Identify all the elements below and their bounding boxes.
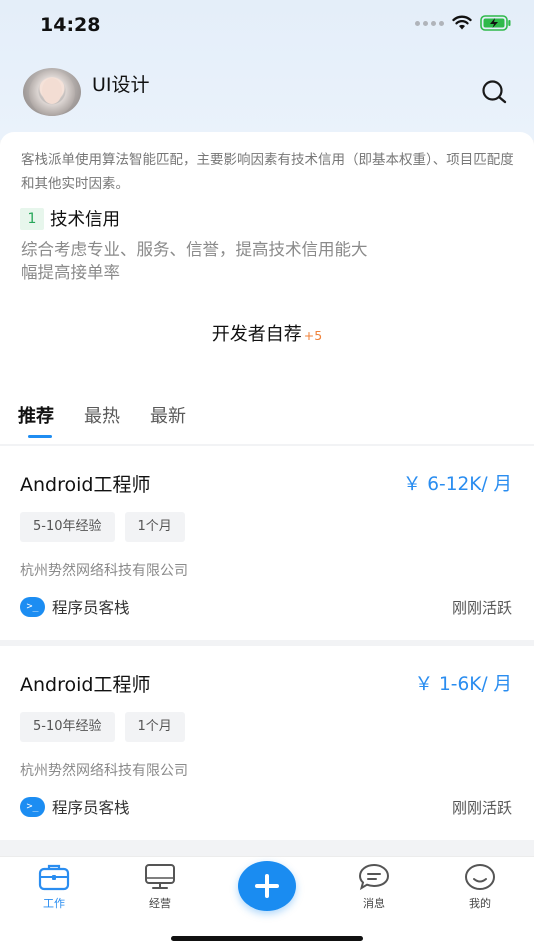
briefcase-icon: [38, 864, 70, 891]
self-recommend-title: 开发者自荐: [211, 324, 302, 345]
chat-bubble-icon: [358, 863, 390, 891]
criteria-title: 技术信用: [50, 210, 120, 230]
criteria-item: 1 技术信用: [20, 206, 120, 231]
terminal-icon: >_: [20, 597, 45, 617]
platform: >_ 程序员客栈: [20, 596, 130, 618]
experience-tag: 5-10年经验: [20, 712, 115, 742]
nav-label: 经营: [149, 897, 171, 910]
battery-charging-icon: [480, 15, 511, 31]
header: UI设计: [0, 52, 534, 132]
platform-name: 程序员客栈: [52, 799, 130, 817]
active-status: 刚刚活跃: [451, 599, 512, 617]
company-name: 杭州势然网络科技有限公司: [20, 563, 188, 579]
tab-recommended[interactable]: 推荐: [18, 402, 54, 438]
status-icons: [415, 15, 512, 31]
nav-business[interactable]: 经营: [130, 863, 190, 911]
cellular-icon: [415, 20, 444, 26]
active-status: 刚刚活跃: [451, 799, 512, 817]
criteria-number-badge: 1: [20, 207, 44, 230]
monitor-icon: [145, 864, 175, 889]
home-indicator: [171, 936, 363, 941]
username: UI设计: [92, 74, 150, 96]
job-title: Android工程师: [20, 674, 151, 696]
company-name: 杭州势然网络科技有限公司: [20, 763, 188, 779]
job-tags: 5-10年经验 1个月: [20, 512, 185, 542]
platform-name: 程序员客栈: [52, 599, 130, 617]
nav-label: 工作: [43, 897, 65, 910]
platform: >_ 程序员客栈: [20, 796, 130, 818]
job-salary: ￥ 1-6K/ 月: [414, 674, 512, 695]
duration-tag: 1个月: [124, 512, 185, 542]
job-salary: ￥ 6-12K/ 月: [402, 474, 512, 495]
job-card[interactable]: Android工程师 ￥ 1-6K/ 月 5-10年经验 1个月 杭州势然网络科…: [0, 646, 534, 840]
add-button[interactable]: [238, 861, 296, 911]
nav-label: 我的: [469, 897, 491, 910]
feed-tabs: 推荐 最热 最新: [18, 402, 186, 438]
nav-profile[interactable]: 我的: [450, 863, 510, 911]
search-icon[interactable]: [480, 78, 508, 106]
wifi-icon: [452, 15, 472, 30]
matching-description: 客栈派单使用算法智能匹配，主要影响因素有技术信用（即基本权重）、项目匹配度和其他…: [21, 152, 514, 192]
job-tags: 5-10年经验 1个月: [20, 712, 185, 742]
terminal-icon: >_: [20, 797, 45, 817]
duration-tag: 1个月: [124, 712, 185, 742]
job-card[interactable]: Android工程师 ￥ 6-12K/ 月 5-10年经验 1个月 杭州势然网络…: [0, 446, 534, 640]
avatar[interactable]: [23, 68, 81, 116]
experience-tag: 5-10年经验: [20, 512, 115, 542]
nav-messages[interactable]: 消息: [344, 863, 404, 911]
self-recommend-link[interactable]: 开发者自荐 +5: [0, 320, 534, 346]
nav-work[interactable]: 工作: [24, 863, 84, 911]
self-recommend-count: +5: [303, 328, 323, 343]
tab-hottest[interactable]: 最热: [84, 402, 120, 438]
tab-newest[interactable]: 最新: [150, 402, 186, 438]
job-title: Android工程师: [20, 474, 151, 496]
status-bar: 14:28: [0, 0, 534, 52]
nav-label: 消息: [363, 897, 385, 910]
criteria-description: 综合考虑专业、服务、信誉，提高技术信用能大幅提高接单率: [21, 240, 368, 282]
status-time: 14:28: [40, 14, 101, 36]
info-panel: 客栈派单使用算法智能匹配，主要影响因素有技术信用（即基本权重）、项目匹配度和其他…: [0, 132, 534, 444]
smiley-face-icon: [465, 864, 495, 890]
